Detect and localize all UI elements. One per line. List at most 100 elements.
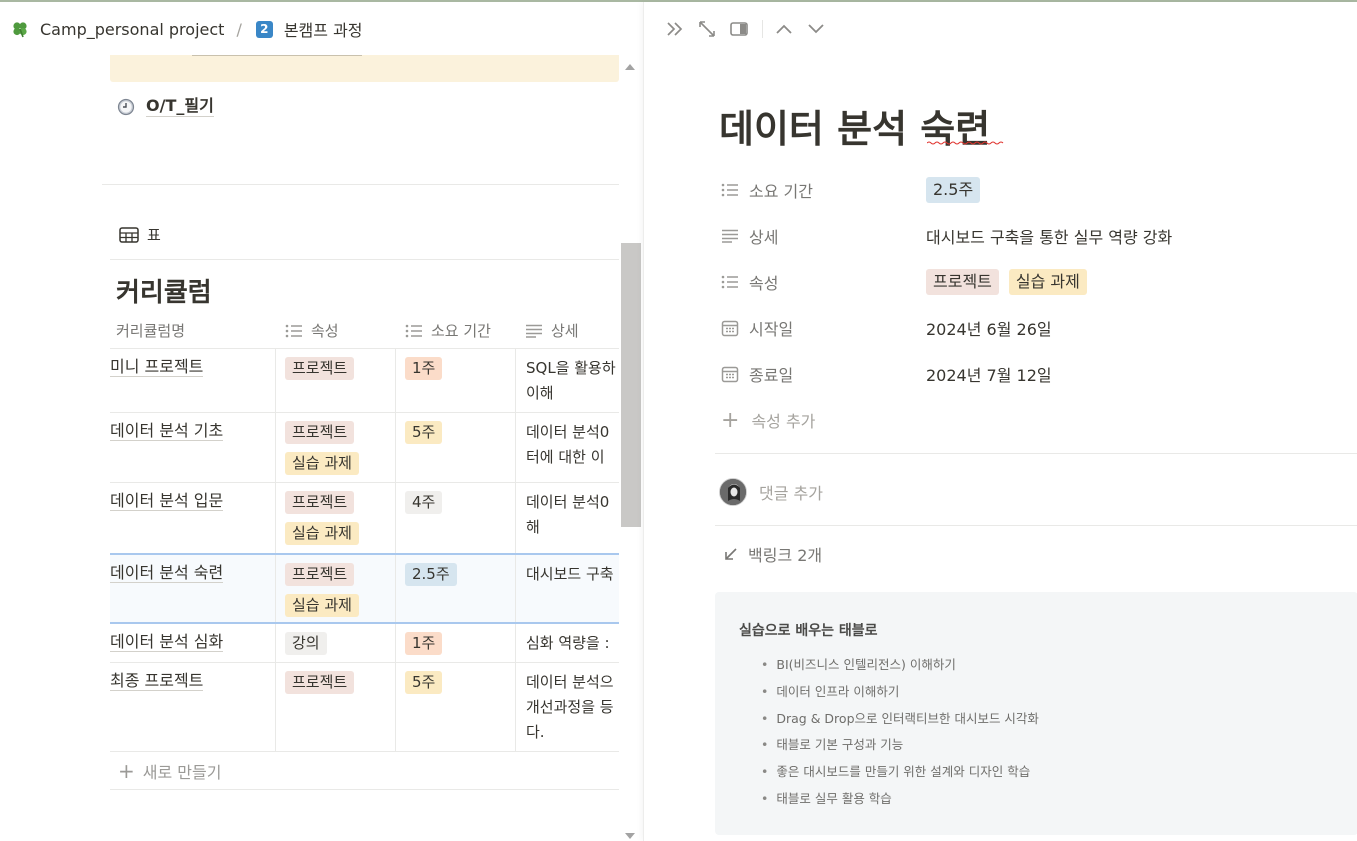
column-header-detail[interactable]: 상세 xyxy=(525,312,579,349)
side-peek-icon xyxy=(730,22,748,36)
table-row[interactable]: 미니 프로젝트 프로젝트 1주 SQL을 활용하 이해 xyxy=(110,349,619,413)
card-list: BI(비즈니스 인텔리전스) 이해하기 데이터 인프라 이해하기 Drag & … xyxy=(761,658,1039,819)
table-row[interactable]: 데이터 분석 기초 프로젝트 실습 과제 5주 데이터 분석0 터에 대한 이 xyxy=(110,413,619,483)
list-item: 데이터 인프라 이해하기 xyxy=(761,684,1039,712)
tag-practice: 실습 과제 xyxy=(285,594,359,617)
clock-icon xyxy=(116,97,136,117)
cell-detail[interactable]: 대시보드 구축 xyxy=(515,555,619,622)
cell-duration[interactable]: 1주 xyxy=(395,349,515,412)
new-row-label: 새로 만들기 xyxy=(142,762,222,782)
cell-duration[interactable]: 1주 xyxy=(395,624,515,662)
property-duration[interactable]: 소요 기간 2.5주 xyxy=(721,167,1357,213)
table-row-selected[interactable]: 데이터 분석 숙련 프로젝트 실습 과제 2.5주 대시보드 구축 xyxy=(110,553,619,624)
cell-detail[interactable]: SQL을 활용하 이해 xyxy=(515,349,619,412)
tag-project: 프로젝트 xyxy=(285,357,355,380)
column-header-name[interactable]: 커리큘럼명 xyxy=(116,312,185,349)
cell-name[interactable]: 최종 프로젝트 xyxy=(110,663,275,751)
list-icon xyxy=(721,275,738,289)
cell-duration[interactable]: 5주 xyxy=(395,663,515,751)
property-label: 종료일 xyxy=(749,366,794,385)
scrollbar-thumb[interactable] xyxy=(621,243,641,527)
clover-icon xyxy=(10,19,30,39)
property-value[interactable]: 대시보드 구축을 통한 실무 역량 강화 xyxy=(926,224,1172,248)
property-value[interactable]: 2024년 6월 26일 xyxy=(926,316,1052,340)
callout-link-underline[interactable] xyxy=(192,55,362,56)
detail-line: 데이터 분석으 xyxy=(526,673,614,691)
detail-line: 이해 xyxy=(526,384,554,402)
cell-duration[interactable]: 2.5주 xyxy=(395,555,515,622)
duration-tag: 5주 xyxy=(405,421,443,444)
plus-icon: + xyxy=(118,758,135,783)
number-2-icon: 2 xyxy=(255,20,273,38)
cell-duration[interactable]: 4주 xyxy=(395,483,515,553)
divider xyxy=(102,184,619,185)
property-detail[interactable]: 상세 대시보드 구축을 통한 실무 역량 강화 xyxy=(721,213,1357,259)
cell-name[interactable]: 데이터 분석 기초 xyxy=(110,413,275,482)
property-name[interactable]: 속성 xyxy=(721,270,926,294)
list-icon xyxy=(721,183,738,197)
backlinks-toggle[interactable]: 백링크 2개 xyxy=(724,542,822,566)
cell-duration[interactable]: 5주 xyxy=(395,413,515,482)
next-page-button[interactable] xyxy=(803,18,829,40)
cell-attr[interactable]: 프로젝트 실습 과제 xyxy=(275,483,395,553)
database-title: 커리큘럼 xyxy=(116,278,212,308)
peek-toolbar xyxy=(662,18,835,40)
previous-page-button[interactable] xyxy=(771,18,797,40)
view-tab-table[interactable]: 표 xyxy=(119,224,161,245)
close-peek-button[interactable] xyxy=(662,18,688,40)
property-attribute[interactable]: 속성 프로젝트 실습 과제 xyxy=(721,259,1357,305)
open-full-page-button[interactable] xyxy=(694,18,720,40)
cell-attr[interactable]: 프로젝트 실습 과제 xyxy=(275,555,395,622)
scroll-down-arrow[interactable] xyxy=(625,833,635,839)
cell-attr[interactable]: 강의 xyxy=(275,624,395,662)
view-tab-label: 표 xyxy=(147,226,161,244)
scroll-up-arrow[interactable] xyxy=(625,64,635,70)
comment-input[interactable]: 댓글 추가 xyxy=(719,478,823,506)
cell-detail[interactable]: 데이터 분석0 해 xyxy=(515,483,619,553)
add-property-button[interactable]: + 속성 추가 xyxy=(721,397,1357,443)
property-value[interactable]: 2024년 7월 12일 xyxy=(926,362,1052,386)
breadcrumb-page[interactable]: 본캠프 과정 xyxy=(284,17,363,41)
cell-attr[interactable]: 프로젝트 xyxy=(275,349,395,412)
table-row[interactable]: 데이터 분석 심화 강의 1주 심화 역량을 : xyxy=(110,624,619,663)
property-label: 시작일 xyxy=(749,320,794,339)
page-properties: 소요 기간 2.5주 상세 대시보드 구축을 통한 실무 역량 강화 속성 프로… xyxy=(721,167,1357,443)
new-row-button[interactable]: + 새로 만들기 xyxy=(110,752,619,790)
breadcrumb-workspace[interactable]: Camp_personal project xyxy=(40,20,224,39)
peek-mode-button[interactable] xyxy=(726,18,752,40)
property-name[interactable]: 상세 xyxy=(721,224,926,248)
chevron-down-icon xyxy=(808,24,824,34)
content-image-card: 실습으로 배우는 태블로 BI(비즈니스 인텔리전스) 이해하기 데이터 인프라… xyxy=(715,592,1357,835)
tag-project: 프로젝트 xyxy=(285,491,355,514)
cell-detail[interactable]: 데이터 분석0 터에 대한 이 xyxy=(515,413,619,482)
cell-attr[interactable]: 프로젝트 실습 과제 xyxy=(275,413,395,482)
property-start-date[interactable]: 시작일 2024년 6월 26일 xyxy=(721,305,1357,351)
page-link-ot[interactable]: O/T_필기 xyxy=(116,96,214,117)
table-row[interactable]: 데이터 분석 입문 프로젝트 실습 과제 4주 데이터 분석0 해 xyxy=(110,483,619,554)
view-tabs-underline xyxy=(110,259,619,260)
property-name[interactable]: 소요 기간 xyxy=(721,178,926,202)
property-name[interactable]: 종료일 xyxy=(721,362,926,386)
property-value[interactable]: 2.5주 xyxy=(926,177,981,203)
cell-detail[interactable]: 데이터 분석으 개선과정을 등 다. xyxy=(515,663,619,751)
column-header-duration[interactable]: 소요 기간 xyxy=(405,312,491,349)
cell-name[interactable]: 미니 프로젝트 xyxy=(110,349,275,412)
cell-name[interactable]: 데이터 분석 심화 xyxy=(110,624,275,662)
divider xyxy=(715,525,1357,526)
cell-detail[interactable]: 심화 역량을 : xyxy=(515,624,619,662)
property-label: 속성 xyxy=(749,274,779,293)
column-header-label: 커리큘럼명 xyxy=(116,322,186,340)
property-value[interactable]: 프로젝트 실습 과제 xyxy=(926,269,1087,295)
detail-text: 대시보드 구축을 통한 실무 역량 강화 xyxy=(926,228,1173,247)
scrollbar[interactable] xyxy=(621,57,641,841)
property-name[interactable]: 시작일 xyxy=(721,316,926,340)
row-name: 데이터 분석 숙련 xyxy=(110,563,224,583)
cell-name[interactable]: 데이터 분석 숙련 xyxy=(110,555,275,622)
column-header-attr[interactable]: 속성 xyxy=(285,312,339,349)
arrow-down-left-icon xyxy=(725,548,737,560)
property-end-date[interactable]: 종료일 2024년 7월 12일 xyxy=(721,351,1357,397)
cell-name[interactable]: 데이터 분석 입문 xyxy=(110,483,275,553)
cell-attr[interactable]: 프로젝트 xyxy=(275,663,395,751)
table-row[interactable]: 최종 프로젝트 프로젝트 5주 데이터 분석으 개선과정을 등 다. xyxy=(110,663,619,752)
duration-tag: 1주 xyxy=(405,357,443,380)
